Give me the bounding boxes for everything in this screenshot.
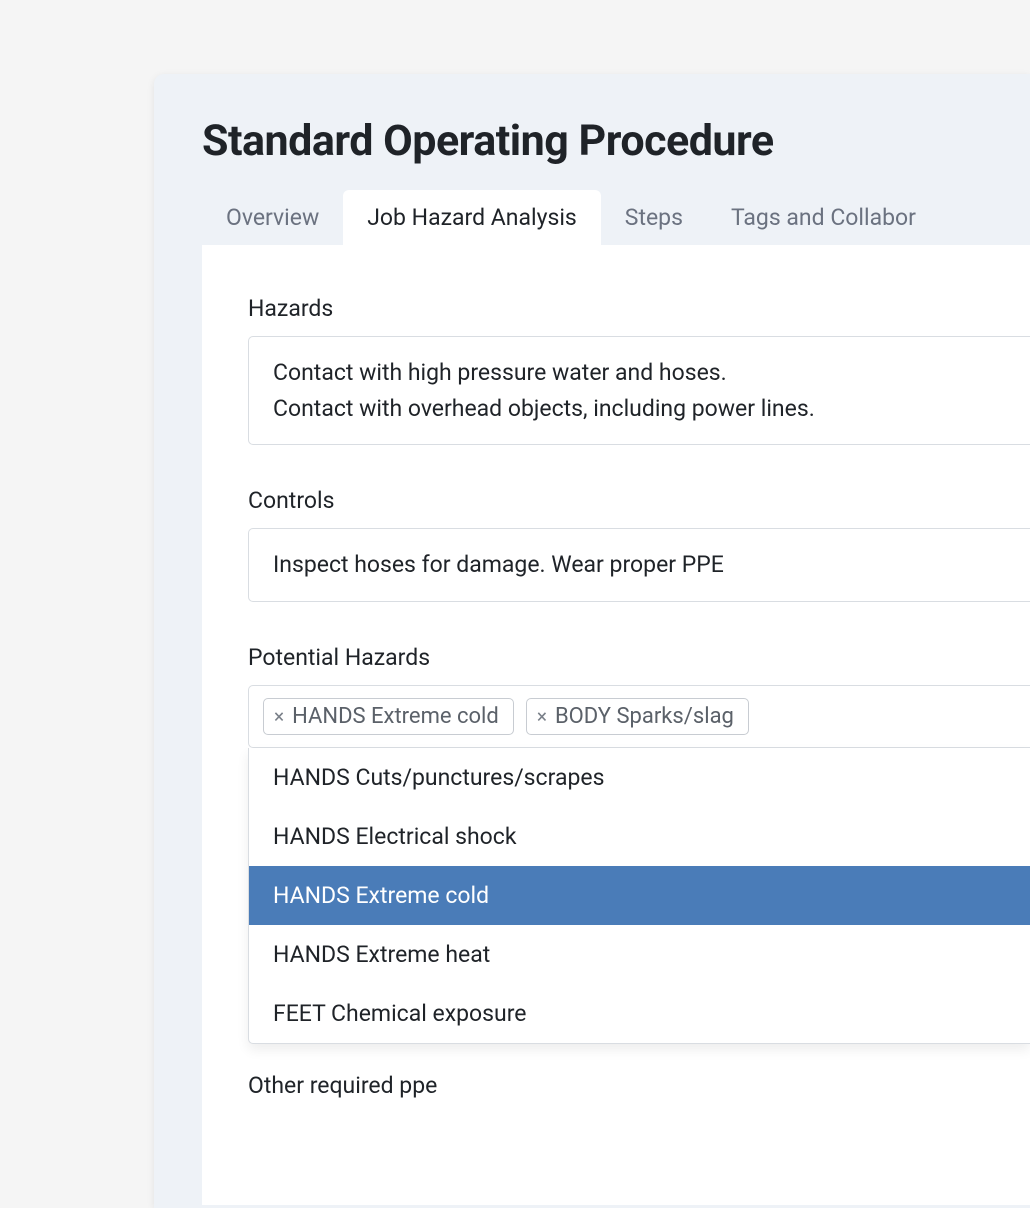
potential-hazards-label: Potential Hazards [248, 644, 1030, 671]
main-panel: Standard Operating Procedure Overview Jo… [154, 74, 1030, 1208]
controls-field: Controls Inspect hoses for damage. Wear … [202, 487, 1030, 644]
chip-hands-extreme-cold[interactable]: × HANDS Extreme cold [263, 698, 514, 735]
tab-content: Hazards Contact with high pressure water… [202, 245, 1030, 1205]
chip-remove-icon[interactable]: × [274, 707, 284, 726]
chip-body-sparks-slag[interactable]: × BODY Sparks/slag [526, 698, 749, 735]
tabs-bar: Overview Job Hazard Analysis Steps Tags … [154, 190, 1030, 245]
hazards-line1: Contact with high pressure water and hos… [273, 355, 1006, 391]
controls-label: Controls [248, 487, 1030, 514]
hazards-label: Hazards [248, 295, 1030, 322]
tab-job-hazard-analysis[interactable]: Job Hazard Analysis [343, 190, 601, 245]
chip-label: BODY Sparks/slag [555, 704, 734, 729]
other-required-ppe-label: Other required ppe [202, 1044, 1030, 1099]
option-hands-extreme-cold[interactable]: HANDS Extreme cold [249, 866, 1030, 925]
tab-steps[interactable]: Steps [601, 190, 707, 245]
potential-hazards-field: Potential Hazards × HANDS Extreme cold ×… [202, 644, 1030, 1044]
potential-hazards-dropdown: HANDS Cuts/punctures/scrapes HANDS Elect… [248, 748, 1030, 1044]
controls-value: Inspect hoses for damage. Wear proper PP… [273, 551, 724, 578]
tab-tags-collaborators[interactable]: Tags and Collabor [707, 190, 940, 245]
hazards-field: Hazards Contact with high pressure water… [202, 295, 1030, 487]
tab-overview[interactable]: Overview [202, 190, 343, 245]
option-hands-electrical-shock[interactable]: HANDS Electrical shock [249, 807, 1030, 866]
option-feet-chemical-exposure[interactable]: FEET Chemical exposure [249, 984, 1030, 1043]
hazards-line2: Contact with overhead objects, including… [273, 391, 1006, 427]
chip-label: HANDS Extreme cold [292, 704, 499, 729]
option-hands-cuts[interactable]: HANDS Cuts/punctures/scrapes [249, 748, 1030, 807]
hazards-input[interactable]: Contact with high pressure water and hos… [248, 336, 1030, 445]
option-hands-extreme-heat[interactable]: HANDS Extreme heat [249, 925, 1030, 984]
potential-hazards-multiselect[interactable]: × HANDS Extreme cold × BODY Sparks/slag [248, 685, 1030, 748]
page-title: Standard Operating Procedure [154, 74, 1030, 190]
chip-remove-icon[interactable]: × [537, 707, 547, 726]
controls-input[interactable]: Inspect hoses for damage. Wear proper PP… [248, 528, 1030, 602]
